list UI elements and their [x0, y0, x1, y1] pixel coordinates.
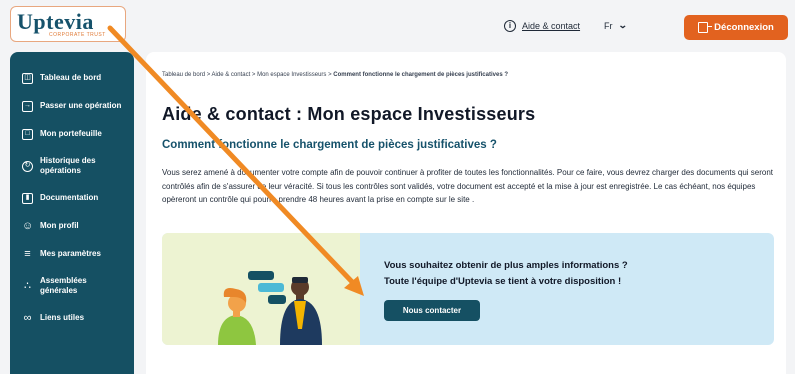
help-contact-link[interactable]: i Aide & contact	[504, 20, 580, 32]
sidebar-item-label: Mes paramètres	[40, 249, 101, 258]
contact-invitation: Vous souhaitez obtenir de plus amples in…	[384, 258, 628, 290]
language-selector[interactable]: Fr ⌄	[604, 20, 628, 31]
info-circle-icon: i	[504, 20, 516, 32]
sidebar-nav: ◫ Tableau de bord → Passer une opération…	[10, 52, 134, 374]
logout-icon	[698, 22, 713, 33]
logout-button[interactable]: Déconnexion	[684, 15, 788, 40]
sidebar-item-general-meetings[interactable]: ∴ Assemblées générales	[10, 268, 134, 304]
logo-tagline: CORPORATE TRUST	[49, 32, 106, 38]
sidebar-item-documentation[interactable]: ▮ Documentation	[10, 184, 134, 212]
sidebar-item-label: Documentation	[40, 193, 99, 202]
sidebar-item-portfolio[interactable]: □ Mon portefeuille	[10, 120, 134, 148]
breadcrumb: Tableau de bord > Aide & contact > Mon e…	[162, 72, 508, 78]
sidebar-item-settings[interactable]: ≡ Mes paramètres	[10, 240, 134, 268]
breadcrumb-current: Comment fonctionne le chargement de pièc…	[333, 72, 508, 78]
wallet-icon: □	[22, 128, 33, 140]
main-content: Tableau de bord > Aide & contact > Mon e…	[146, 52, 786, 374]
language-value: Fr	[604, 20, 613, 31]
sidebar-item-history[interactable]: ↻ Historique des opérations	[10, 148, 134, 184]
top-header: Uptevia CORPORATE TRUST i Aide & contact…	[0, 0, 795, 46]
sliders-icon: ≡	[24, 247, 31, 260]
logout-label: Déconnexion	[714, 22, 774, 33]
faq-answer-text: Vous serez amené à documenter votre comp…	[162, 168, 774, 204]
chevron-down-icon: ⌄	[617, 20, 628, 30]
sidebar-item-useful-links[interactable]: ∞ Liens utiles	[10, 304, 134, 332]
sidebar-item-label: Assemblées générales	[40, 276, 87, 295]
sidebar-item-profile[interactable]: ☺ Mon profil	[10, 212, 134, 240]
contact-banner: Vous souhaitez obtenir de plus amples in…	[162, 233, 774, 345]
page-title: Aide & contact : Mon espace Investisseur…	[162, 104, 536, 124]
support-illustration	[162, 233, 360, 345]
breadcrumb-path[interactable]: Tableau de bord > Aide & contact > Mon e…	[162, 72, 333, 78]
operation-icon: →	[22, 100, 33, 112]
people-icon: ∴	[24, 279, 31, 292]
history-icon: ↻	[22, 160, 33, 172]
sidebar-item-label: Passer une opération	[40, 101, 122, 110]
uptevia-logo[interactable]: Uptevia CORPORATE TRUST	[10, 6, 126, 42]
help-contact-label: Aide & contact	[522, 21, 581, 31]
sidebar-item-label: Mon portefeuille	[40, 129, 102, 138]
contact-us-button[interactable]: Nous contacter	[384, 300, 480, 321]
sidebar-item-label: Mon profil	[40, 221, 79, 230]
sidebar-item-dashboard[interactable]: ◫ Tableau de bord	[10, 64, 134, 92]
sidebar-item-operation[interactable]: → Passer une opération	[10, 92, 134, 120]
contact-invitation-line-2: Toute l'équipe d'Uptevia se tient à votr…	[384, 276, 622, 287]
document-icon: ▮	[22, 192, 33, 204]
sidebar-item-label: Tableau de bord	[40, 73, 102, 82]
sidebar-item-label: Liens utiles	[40, 313, 85, 322]
dashboard-icon: ◫	[22, 72, 33, 84]
contact-invitation-line-1: Vous souhaitez obtenir de plus amples in…	[384, 260, 628, 271]
link-icon: ∞	[23, 311, 32, 324]
faq-question-title: Comment fonctionne le chargement de pièc…	[162, 139, 497, 151]
sidebar-item-label: Historique des opérations	[40, 156, 96, 175]
user-icon: ☺	[22, 219, 34, 232]
